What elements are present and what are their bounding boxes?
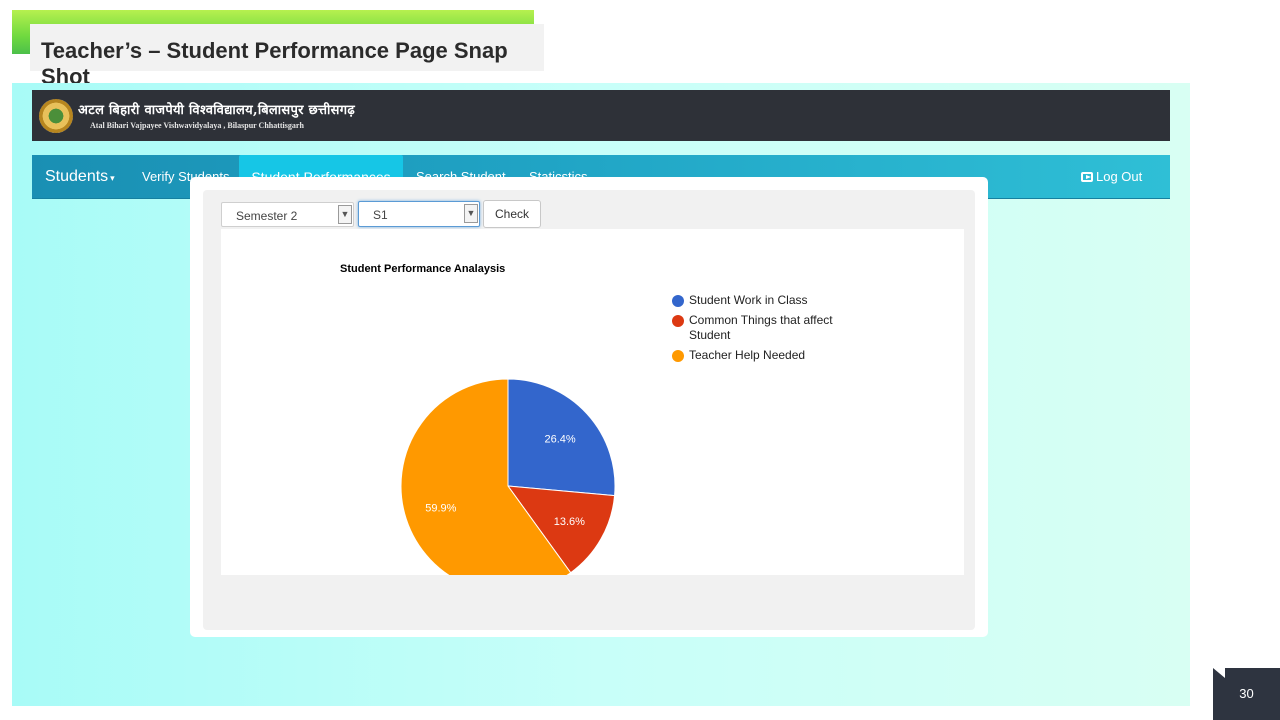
subject-select[interactable]: S1 ▼	[358, 201, 480, 227]
pie-slice-label: 26.4%	[545, 433, 576, 445]
logout-icon	[1081, 172, 1093, 182]
check-button[interactable]: Check	[483, 200, 541, 228]
university-header: अटल बिहारी वाजपेयी विश्वविद्यालय,बिलासपु…	[32, 90, 1170, 141]
legend-item[interactable]: Common Things that affect Student	[672, 313, 872, 343]
legend-label: Teacher Help Needed	[689, 348, 806, 362]
logout-label: Log Out	[1096, 169, 1143, 184]
page-number: 30	[1239, 686, 1254, 701]
pie-slice-label: 13.6%	[554, 516, 585, 528]
students-menu[interactable]: Students ▾	[45, 155, 115, 198]
legend-dot-icon	[672, 350, 684, 362]
university-logo-icon	[39, 99, 73, 133]
semester-select-value: Semester 2	[236, 209, 298, 223]
legend-label: Student Work in Class	[689, 293, 808, 307]
legend-label: Common Things that affect Student	[689, 313, 833, 342]
chevron-down-icon[interactable]: ▼	[338, 205, 352, 224]
pie-chart: 26.4% 13.6% 59.9%	[400, 378, 616, 575]
chevron-down-icon[interactable]: ▼	[464, 204, 478, 223]
pie-slice-label: 59.9%	[425, 503, 456, 515]
subject-select-value: S1	[373, 208, 388, 222]
page-number-box: 30	[1213, 668, 1280, 720]
students-menu-label: Students	[45, 168, 109, 185]
legend-item[interactable]: Teacher Help Needed	[672, 348, 872, 363]
university-name-hindi: अटल बिहारी वाजपेयी विश्वविद्यालय,बिलासपु…	[78, 103, 356, 118]
semester-select[interactable]: Semester 2 ▼	[221, 202, 354, 227]
caret-down-icon: ▾	[110, 173, 115, 183]
university-name-english: Atal Bihari Vajpayee Vishwavidyalaya , B…	[90, 121, 304, 130]
legend-item[interactable]: Student Work in Class	[672, 293, 872, 308]
chart-legend: Student Work in Class Common Things that …	[672, 293, 872, 368]
chart-panel: 26.4% 13.6% 59.9% Student Performance Anal…	[221, 229, 964, 575]
chart-title: Student Performance Analaysis	[340, 263, 506, 275]
legend-dot-icon	[672, 295, 684, 307]
logout-button[interactable]: Log Out	[1081, 155, 1142, 198]
legend-dot-icon	[672, 315, 684, 327]
slide-title: Teacher’s – Student Performance Page Sna…	[30, 24, 544, 89]
